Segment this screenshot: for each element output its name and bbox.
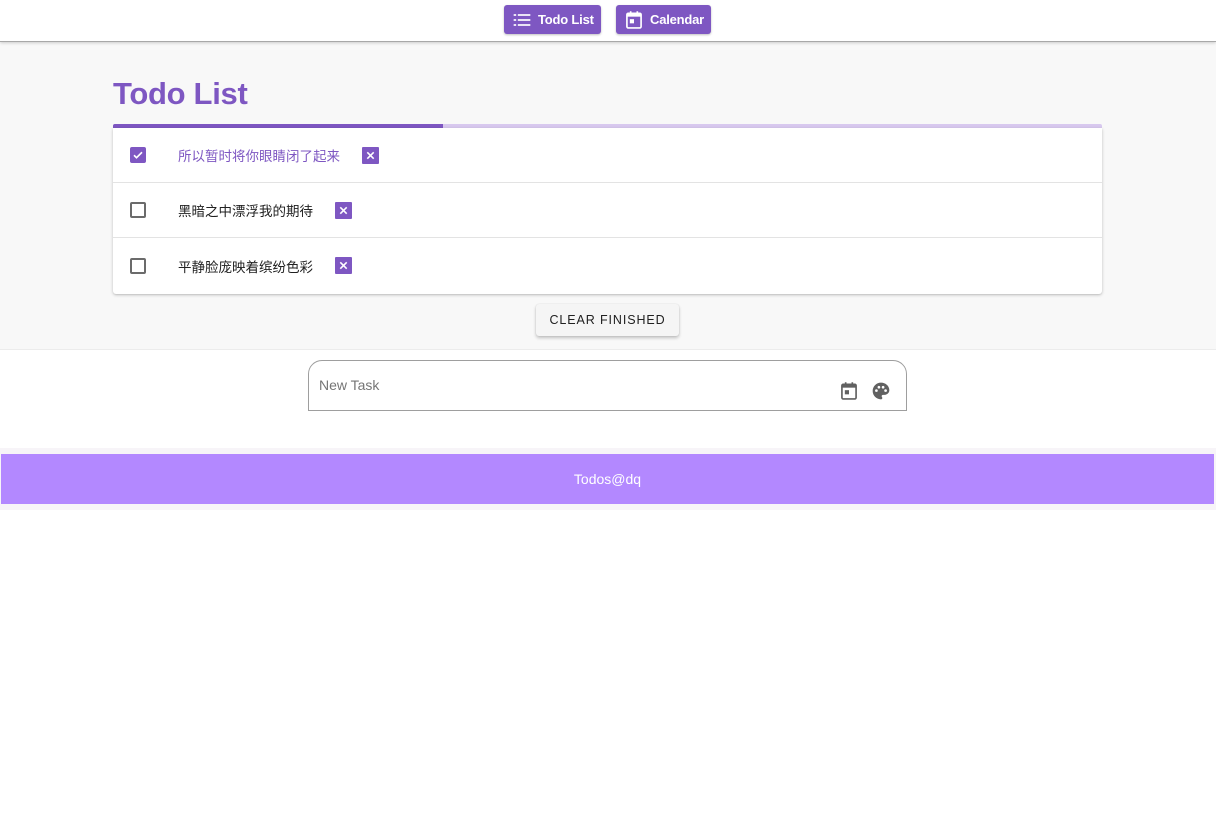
list-icon xyxy=(513,13,531,26)
todo-text: 平静脸庞映着缤纷色彩 xyxy=(178,259,313,275)
close-icon xyxy=(339,261,348,270)
footer: Todos@dq xyxy=(1,454,1214,504)
page-title: Todo List xyxy=(113,76,248,111)
close-icon xyxy=(339,206,348,214)
todo-text: 黑暗之中漂浮我的期待 xyxy=(178,204,313,219)
close-icon xyxy=(366,151,375,159)
top-nav-bar: Todo List Calendar xyxy=(0,0,1216,42)
new-task-field xyxy=(308,360,907,411)
nav-todo-list-label: Todo List xyxy=(538,12,594,27)
palette-icon[interactable] xyxy=(871,381,891,401)
todo-item: 平静脸庞映着缤纷色彩 xyxy=(113,238,1102,293)
todo-list: 所以暂时将你眼睛闭了起来 黑暗之中漂浮我的期待 平静脸庞映着缤纷色彩 xyxy=(113,128,1102,294)
calendar-icon[interactable] xyxy=(839,381,859,401)
checkmark-icon xyxy=(133,151,143,159)
main-content: Todo List 所以暂时将你眼睛闭了起来 黑暗之中漂浮我的期待 平静脸庞映着缤纷… xyxy=(0,42,1216,350)
todo-checkbox[interactable] xyxy=(130,147,146,163)
nav-calendar-button[interactable]: Calendar xyxy=(616,5,711,34)
new-task-input[interactable] xyxy=(319,373,819,397)
delete-todo-button[interactable] xyxy=(362,146,379,164)
clear-finished-button[interactable]: CLEAR FINISHED xyxy=(536,304,679,336)
calendar-icon xyxy=(626,10,642,29)
delete-todo-button[interactable] xyxy=(335,257,352,274)
todo-item: 所以暂时将你眼睛闭了起来 xyxy=(113,128,1102,183)
todo-checkbox[interactable] xyxy=(130,257,146,274)
todo-text: 所以暂时将你眼睛闭了起来 xyxy=(178,149,340,164)
todo-checkbox[interactable] xyxy=(130,202,146,218)
footer-text: Todos@dq xyxy=(573,471,642,487)
nav-calendar-label: Calendar xyxy=(650,12,705,27)
delete-todo-button[interactable] xyxy=(335,201,352,219)
todo-item: 黑暗之中漂浮我的期待 xyxy=(113,183,1102,238)
nav-todo-list-button[interactable]: Todo List xyxy=(504,5,601,34)
